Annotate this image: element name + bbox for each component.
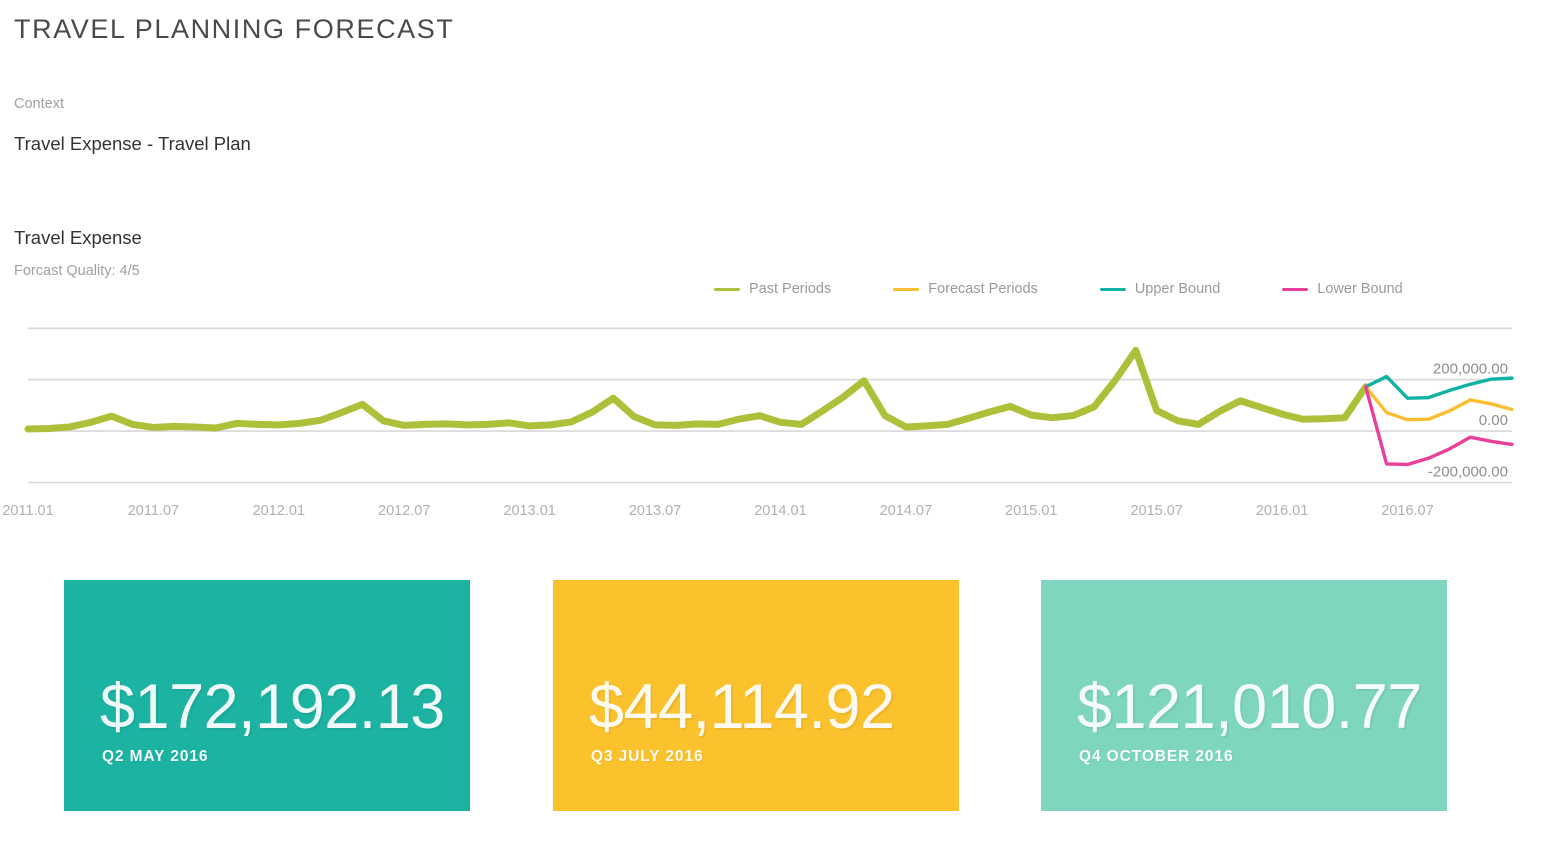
x-axis-tick-label: 2011.01 [2, 503, 53, 519]
kpi-period-label: Q3 JULY 2016 [591, 748, 704, 766]
legend-label: Past Periods [749, 281, 831, 297]
chart-legend: Past Periods Forecast Periods Upper Bound L… [714, 281, 1403, 297]
forecast-quality-label: Forcast Quality: 4/5 [14, 263, 140, 279]
legend-line-swatch [714, 288, 740, 291]
kpi-card[interactable]: $172,192.13 Q2 MAY 2016 [64, 580, 470, 811]
x-axis-tick-label: 2012.07 [378, 503, 430, 519]
kpi-card[interactable]: $44,114.92 Q3 JULY 2016 [553, 580, 959, 811]
x-axis-tick-label: 2014.01 [754, 503, 806, 519]
kpi-period-label: Q2 MAY 2016 [102, 748, 208, 766]
x-axis-tick-label: 2016.01 [1256, 503, 1308, 519]
context-label: Context [14, 96, 64, 112]
legend-entry[interactable]: Forecast Periods [893, 281, 1038, 297]
legend-line-swatch [1100, 288, 1126, 291]
kpi-card-row: $172,192.13 Q2 MAY 2016 $44,114.92 Q3 JULY … [0, 580, 1545, 811]
x-axis-tick-label: 2015.01 [1005, 503, 1057, 519]
page-title: TRAVEL PLANNING FORECAST [14, 14, 454, 45]
kpi-card[interactable]: $121,010.77 Q4 OCTOBER 2016 [1041, 580, 1447, 811]
legend-line-swatch [1282, 288, 1308, 291]
legend-entry[interactable]: Lower Bound [1282, 281, 1402, 297]
kpi-value: $44,114.92 [589, 676, 895, 739]
kpi-value: $121,010.77 [1077, 676, 1422, 739]
x-axis-tick-label: 2015.07 [1130, 503, 1182, 519]
legend-line-swatch [893, 288, 919, 291]
context-value: Travel Expense - Travel Plan [14, 133, 251, 155]
chart-title: Travel Expense [14, 227, 142, 249]
x-axis-tick-label: 2011.07 [128, 503, 179, 519]
series-line [28, 350, 1366, 429]
y-axis-tick-label: 200,000.00 [1433, 361, 1508, 378]
x-axis-tick-label: 2012.01 [253, 503, 305, 519]
kpi-value: $172,192.13 [100, 676, 445, 739]
legend-entry[interactable]: Upper Bound [1100, 281, 1220, 297]
x-axis-tick-label: 2013.01 [503, 503, 555, 519]
legend-label: Upper Bound [1135, 281, 1220, 297]
chart-x-axis: 2011.01 2011.07 2012.01 2012.07 2013.01 2013.… [0, 503, 1545, 531]
chart-svg: 200,000.00 0.00 -200,000.00 [0, 318, 1545, 503]
chart-plot-area: 200,000.00 0.00 -200,000.00 [0, 318, 1545, 503]
x-axis-tick-label: 2014.07 [880, 503, 932, 519]
kpi-period-label: Q4 OCTOBER 2016 [1079, 748, 1234, 766]
y-axis-tick-label: -200,000.00 [1428, 463, 1508, 480]
x-axis-tick-label: 2016.07 [1381, 503, 1433, 519]
legend-label: Lower Bound [1317, 281, 1402, 297]
legend-label: Forecast Periods [928, 281, 1038, 297]
x-axis-tick-label: 2013.07 [629, 503, 681, 519]
y-axis-tick-label: 0.00 [1479, 412, 1508, 429]
legend-entry[interactable]: Past Periods [714, 281, 831, 297]
